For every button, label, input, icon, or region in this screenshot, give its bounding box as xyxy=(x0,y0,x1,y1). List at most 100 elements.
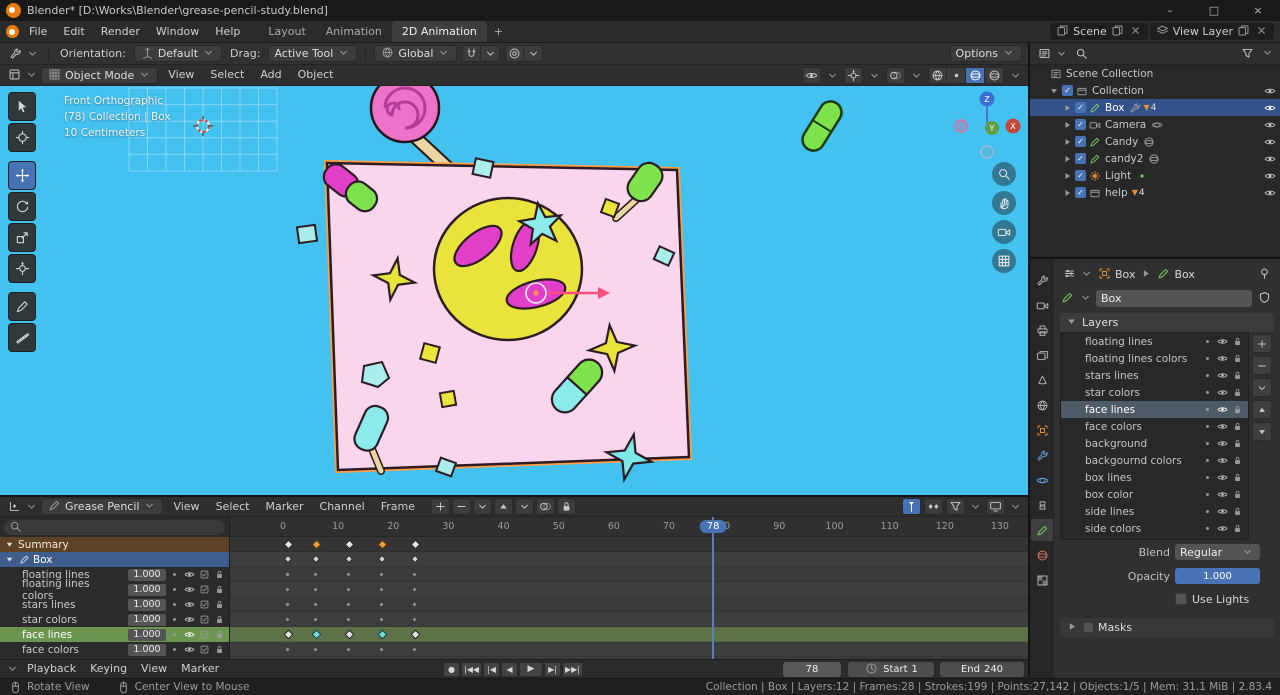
channel-lock-icon[interactable] xyxy=(213,598,226,611)
minimize-button[interactable]: – xyxy=(1148,0,1192,21)
keyframe-diamond[interactable] xyxy=(283,585,292,594)
keyframe-row-face-colors[interactable] xyxy=(230,642,1028,657)
axis-gizmo[interactable]: Z Y X xyxy=(954,91,1021,159)
layer-lock-icon[interactable] xyxy=(1231,437,1244,450)
viewport-menu-object[interactable]: Object xyxy=(290,65,342,85)
zoom-button[interactable] xyxy=(992,162,1016,186)
jump-to-end-button[interactable]: ▶▶| xyxy=(562,661,583,677)
channel-eye-icon[interactable] xyxy=(183,628,196,641)
keyframe-diamond[interactable] xyxy=(410,645,418,654)
keyframe-diamond[interactable] xyxy=(311,629,322,640)
hide-in-viewport-eye-icon[interactable] xyxy=(1263,84,1276,97)
collection-checkbox[interactable]: ✓ xyxy=(1075,153,1086,164)
layer-lock-icon[interactable] xyxy=(1231,386,1244,399)
keyframe-diamond[interactable] xyxy=(283,554,293,564)
keyframe-diamond[interactable] xyxy=(344,615,352,624)
keyframe-diamond[interactable] xyxy=(410,539,421,550)
pan-view-button[interactable] xyxy=(992,191,1016,215)
menu-render[interactable]: Render xyxy=(93,22,148,42)
keyframe-row-floating-lines[interactable] xyxy=(230,567,1028,582)
ghost-frames-button[interactable] xyxy=(535,498,555,515)
properties-tab-constraints[interactable] xyxy=(1031,494,1053,516)
outliner-row-help[interactable]: ✓ help ▼ 4 xyxy=(1030,184,1280,201)
keyframe-diamond[interactable] xyxy=(311,615,319,624)
workspace-tab-animation[interactable]: Animation xyxy=(316,21,392,42)
outliner-row-box[interactable]: ✓ Box ▼ 4 xyxy=(1030,99,1280,116)
layer-lock-icon[interactable] xyxy=(1231,454,1244,467)
channel-onion-icon[interactable] xyxy=(198,613,211,626)
add-layer-button[interactable] xyxy=(1252,334,1272,353)
shading-material-button[interactable] xyxy=(966,66,985,84)
datablock-name-field[interactable]: Box xyxy=(1096,289,1252,307)
properties-tab-physics[interactable] xyxy=(1031,469,1053,491)
channel-lock-icon[interactable] xyxy=(213,613,226,626)
channel-opacity-field[interactable]: 1.000 xyxy=(128,568,166,581)
3d-viewport[interactable]: Z Y X Front Orthographic (78) Collection … xyxy=(0,86,1028,495)
tool-settings-editor-button[interactable] xyxy=(6,45,25,62)
fake-user-button[interactable] xyxy=(1255,289,1274,306)
layer-row-face-colors[interactable]: face colors xyxy=(1061,418,1248,435)
layer-hide-eye-icon[interactable] xyxy=(1216,437,1229,450)
snapping-dropdown[interactable] xyxy=(481,45,501,62)
lock-channels-button[interactable] xyxy=(556,498,576,515)
viewport-menu-select[interactable]: Select xyxy=(202,65,252,85)
dopesheet-menu-view[interactable]: View xyxy=(165,497,207,517)
layer-hide-eye-icon[interactable] xyxy=(1216,454,1229,467)
pin-id-button[interactable] xyxy=(1255,265,1274,282)
keyframe-diamond[interactable] xyxy=(377,615,385,624)
hide-in-viewport-eye-icon[interactable] xyxy=(1263,169,1276,182)
breadcrumb-object[interactable]: Box xyxy=(1097,266,1135,283)
move-layer-up-button[interactable] xyxy=(1252,400,1272,419)
menu-window[interactable]: Window xyxy=(148,22,207,42)
keyframe-row-summary[interactable] xyxy=(230,537,1028,552)
keyframe-diamond[interactable] xyxy=(311,539,322,550)
layer-hide-eye-icon[interactable] xyxy=(1216,335,1229,348)
hide-in-viewport-eye-icon[interactable] xyxy=(1263,118,1276,131)
collection-checkbox[interactable]: ✓ xyxy=(1075,136,1086,147)
keyframe-row-face-lines[interactable] xyxy=(230,627,1028,642)
layer-hide-eye-icon[interactable] xyxy=(1216,505,1229,518)
viewport-menu-view[interactable]: View xyxy=(160,65,202,85)
keyframe-diamond[interactable] xyxy=(377,645,385,654)
channel-onion-icon[interactable] xyxy=(198,628,211,641)
playback-menu-playback[interactable]: Playback xyxy=(20,660,83,678)
keyframe-diamond[interactable] xyxy=(410,570,418,579)
layer-lock-icon[interactable] xyxy=(1231,505,1244,518)
layer-hide-eye-icon[interactable] xyxy=(1216,369,1229,382)
cursor-tool[interactable] xyxy=(8,123,36,152)
remove-layer-button[interactable] xyxy=(1252,356,1272,375)
face-drawing[interactable] xyxy=(432,196,584,342)
collection-checkbox[interactable]: ✓ xyxy=(1062,85,1073,96)
keyframe-row-stars-lines[interactable] xyxy=(230,597,1028,612)
scale-tool[interactable] xyxy=(8,223,36,252)
shading-rendered-button[interactable] xyxy=(985,66,1004,84)
frame-start-field[interactable]: Start 1 xyxy=(848,661,934,677)
layer-lock-icon[interactable] xyxy=(1231,420,1244,433)
auto-keying-button[interactable]: ● xyxy=(443,661,460,677)
play-button[interactable]: ▶ xyxy=(519,661,543,677)
collection-checkbox[interactable]: ✓ xyxy=(1075,102,1086,113)
keyframe-diamond[interactable] xyxy=(283,645,292,654)
outliner-row-camera[interactable]: ✓ Camera xyxy=(1030,116,1280,133)
jump-to-start-button[interactable]: |◀◀ xyxy=(461,661,482,677)
keyframe-diamond[interactable] xyxy=(344,600,352,609)
outliner-filter-button[interactable] xyxy=(1238,45,1257,62)
layer-row-box-lines[interactable]: box lines xyxy=(1061,469,1248,486)
keyframe-diamond[interactable] xyxy=(344,539,355,550)
use-lights-checkbox[interactable] xyxy=(1175,593,1187,605)
channel-star-colors[interactable]: star colors 1.000 xyxy=(0,612,229,627)
orientation-dropdown[interactable]: Default xyxy=(133,45,223,62)
playback-menu-keying[interactable]: Keying xyxy=(83,660,134,678)
channel-eye-icon[interactable] xyxy=(183,583,196,596)
move-tool[interactable] xyxy=(8,161,36,190)
keyframe-row-box[interactable] xyxy=(230,552,1028,567)
keyframe-diamond[interactable] xyxy=(344,645,352,654)
keyframe-diamond[interactable] xyxy=(311,554,320,564)
keyframe-diamond[interactable] xyxy=(377,629,388,640)
push-down-button[interactable] xyxy=(493,498,513,515)
playback-menu-marker[interactable]: Marker xyxy=(174,660,226,678)
add-keyframe-button[interactable] xyxy=(430,498,450,515)
layer-row-backgournd-colors[interactable]: backgournd colors xyxy=(1061,452,1248,469)
channel-eye-icon[interactable] xyxy=(183,598,196,611)
keyframe-diamond[interactable] xyxy=(410,629,421,640)
